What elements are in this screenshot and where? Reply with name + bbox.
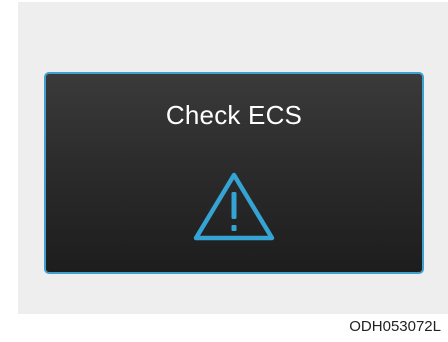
cluster-warning-display: Check ECS <box>44 72 424 274</box>
figure: Check ECS ODH053072L <box>0 0 448 342</box>
warning-message: Check ECS <box>165 100 303 130</box>
warning-triangle-icon <box>193 172 275 241</box>
figure-code: ODH053072L <box>349 318 441 335</box>
